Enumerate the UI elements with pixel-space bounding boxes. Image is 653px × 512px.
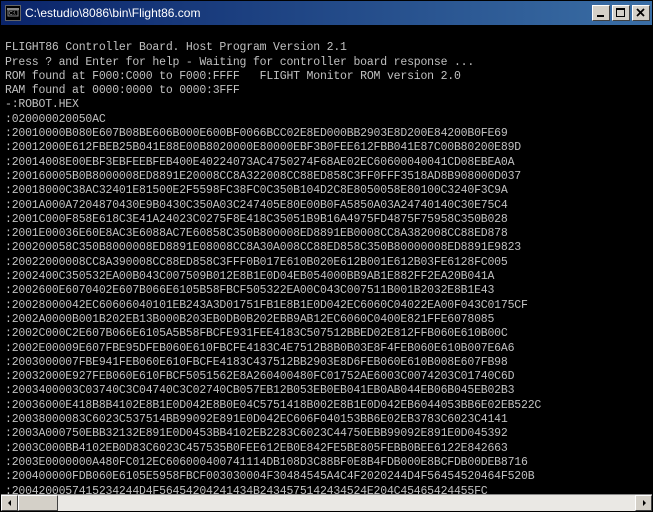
- window-controls: [592, 5, 650, 21]
- console-line: :20032000E927FEB060E610FBCF5051562E8A260…: [5, 370, 648, 384]
- console-line: :2001A000A7204870430E9B0430C350A03C24740…: [5, 199, 648, 213]
- scroll-thumb[interactable]: [18, 495, 58, 511]
- console-line: :20036000E418B8B4102E8B1E0D042E8B0E04C57…: [5, 399, 648, 413]
- scroll-track[interactable]: [18, 495, 635, 511]
- console-line: :2004200057415234244D4F56454204241434B24…: [5, 485, 648, 495]
- console-line: RAM found at 0000:0000 to 0000:3FFF: [5, 84, 648, 98]
- console-line: :20018000C38AC32401E81500E2F5598FC38FC0C…: [5, 184, 648, 198]
- close-button[interactable]: [632, 5, 650, 21]
- console-line: FLIGHT86 Controller Board. Host Program …: [5, 41, 648, 55]
- console-line: :20014008E00EBF3EBFEEBFEB400E40224073AC4…: [5, 156, 648, 170]
- minimize-button[interactable]: [592, 5, 610, 21]
- window-title: C:\estudio\8086\bin\Flight86.com: [25, 6, 592, 20]
- console-line: :20028000042EC60606040101EB243A3D01751FB…: [5, 299, 648, 313]
- console-line: ROM found at F000:C000 to F000:FFFF FLIG…: [5, 70, 648, 84]
- console-line: :200400000FDB060E6105E5958FBCF003030004F…: [5, 470, 648, 484]
- console-line: [5, 27, 648, 41]
- horizontal-scrollbar[interactable]: [1, 494, 652, 511]
- console-line: :20038000083C6023C537514BB99092E891E0D04…: [5, 413, 648, 427]
- titlebar: C:\ C:\estudio\8086\bin\Flight86.com: [1, 1, 652, 25]
- console-line: :2002E00009E607FBE95DFEB060E610FBCFE4183…: [5, 342, 648, 356]
- console-line: :200160005B0B8000008ED8891E20008CC8A3220…: [5, 170, 648, 184]
- console-line: :200200058C350B8000008ED8891E08008CC8A30…: [5, 241, 648, 255]
- console-line: :2001C000F858E618C3E41A24023C0275F8E418C…: [5, 213, 648, 227]
- console-line: :20022000008CC8A390008CC88ED858C3FFF0B01…: [5, 256, 648, 270]
- console-line: :2002600E6070402E607B066E6105B58FBCF5053…: [5, 284, 648, 298]
- console-line: Press ? and Enter for help - Waiting for…: [5, 56, 648, 70]
- window-frame: C:\ C:\estudio\8086\bin\Flight86.com FLI…: [0, 0, 653, 512]
- scroll-right-button[interactable]: [635, 495, 652, 511]
- console-line: :2003E0000000A480FC012EC606000400741114D…: [5, 456, 648, 470]
- console-line: :2003400003C03740C3C04740C3C02740CB057EB…: [5, 384, 648, 398]
- console-line: :020000020050AC: [5, 113, 648, 127]
- console-line: :20010000B080E607B08BE606B000E600BF0066B…: [5, 127, 648, 141]
- console-line: :2003000007FBE941FEB060E610FBCFE4183C437…: [5, 356, 648, 370]
- console-line: :2003C000BB4102EB0D83C6023C457535B0FEE61…: [5, 442, 648, 456]
- maximize-button[interactable]: [612, 5, 630, 21]
- console-line: :2003A000750EBB32132E891E0D0453BB4102EB2…: [5, 427, 648, 441]
- console-line: :2001E00036E60E8AC3E6088AC7E60858C350B80…: [5, 227, 648, 241]
- console-output: FLIGHT86 Controller Board. Host Program …: [1, 25, 652, 494]
- console-line: :20012000E612FBEB25B041E88E00B8020000E80…: [5, 141, 648, 155]
- console-line: :2002A0000B001B202EB13B000B203EB0DB0B202…: [5, 313, 648, 327]
- console-line: :2002C000C2E607B066E6105A5B58FBCFE931FEE…: [5, 327, 648, 341]
- console-line: :2002400C350532EA00B043C007509B012E8B1E0…: [5, 270, 648, 284]
- app-icon: C:\: [5, 5, 21, 21]
- scroll-left-button[interactable]: [1, 495, 18, 511]
- svg-text:C:\: C:\: [9, 11, 16, 17]
- console-line: -:ROBOT.HEX: [5, 98, 648, 112]
